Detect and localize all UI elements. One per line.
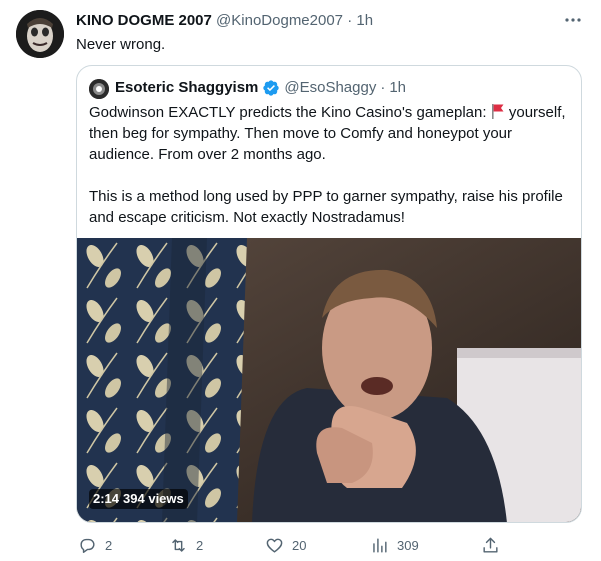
quoted-paragraph-2: This is a method long used by PPP to gar… (89, 188, 563, 226)
share-button[interactable] (481, 534, 508, 556)
video-thumbnail (77, 238, 581, 522)
author-avatar[interactable] (16, 10, 64, 58)
tweet-time[interactable]: 1h (356, 12, 373, 29)
tweet-actions: 2 2 20 309 (76, 534, 512, 556)
reply-count: 2 (105, 538, 113, 553)
views-count: 309 (397, 538, 419, 553)
tweet[interactable]: KINO DOGME 2007 @KinoDogme2007 · 1h Neve… (0, 0, 601, 561)
separator-dot: · (380, 79, 386, 96)
more-horizontal-icon (565, 18, 581, 22)
like-button[interactable]: 20 (265, 534, 306, 556)
video-duration: 2:14 (93, 491, 120, 506)
quoted-author-avatar[interactable] (89, 79, 109, 99)
user-avatar-icon (16, 10, 64, 58)
video-views: 394 views (123, 491, 184, 506)
more-options-button[interactable] (562, 10, 584, 30)
views-button[interactable]: 309 (370, 534, 419, 556)
quoted-tweet-time[interactable]: 1h (389, 78, 406, 98)
quoted-tweet[interactable]: Esoteric Shaggyism @EsoShaggy · 1h Godwi… (76, 65, 582, 523)
like-count: 20 (292, 538, 307, 553)
separator-dot: · (347, 12, 353, 29)
red-flag-icon (491, 103, 505, 119)
video-duration-badge: 2:14 394 views (89, 489, 188, 509)
reply-button[interactable]: 2 (78, 534, 112, 556)
quoted-tweet-text: Godwinson EXACTLY predicts the Kino Casi… (89, 102, 569, 228)
quoted-tweet-header: Esoteric Shaggyism @EsoShaggy · 1h (115, 78, 406, 98)
quoted-avatar-icon (89, 79, 109, 99)
video-player[interactable]: 2:14 394 views (77, 238, 581, 522)
retweet-count: 2 (196, 538, 204, 553)
quoted-paragraph-1: Godwinson EXACTLY predicts the Kino Casi… (89, 102, 569, 165)
quoted-text-part: Godwinson EXACTLY predicts the Kino Casi… (89, 104, 491, 121)
author-handle[interactable]: @KinoDogme2007 (216, 12, 343, 29)
heart-icon (266, 538, 283, 553)
retweet-icon (172, 538, 185, 552)
reply-icon (80, 538, 95, 553)
verified-badge-icon (262, 79, 280, 97)
share-icon (483, 537, 498, 553)
author-name[interactable]: KINO DOGME 2007 (76, 12, 212, 29)
quoted-author-name[interactable]: Esoteric Shaggyism (115, 78, 258, 98)
tweet-header: KINO DOGME 2007 @KinoDogme2007 · 1h (76, 11, 373, 31)
bar-chart-icon (373, 537, 387, 553)
tweet-text: Never wrong. (76, 36, 166, 53)
quoted-author-handle[interactable]: @EsoShaggy (284, 78, 376, 98)
retweet-button[interactable]: 2 (169, 534, 203, 556)
